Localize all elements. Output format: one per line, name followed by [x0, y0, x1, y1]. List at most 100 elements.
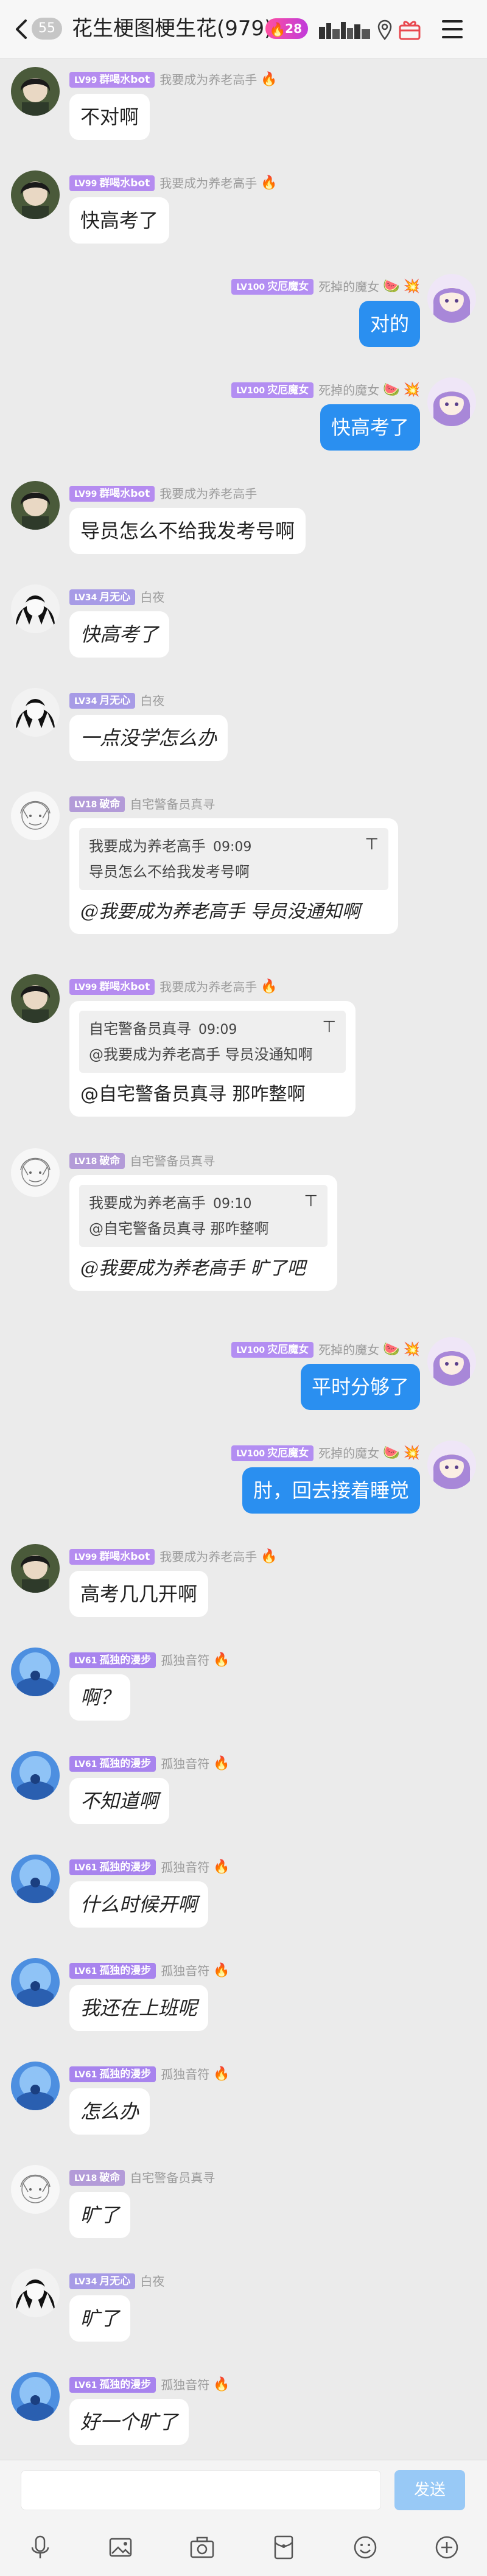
avatar-sketch[interactable]: [11, 1148, 60, 1197]
message-bubble[interactable]: 旷了: [69, 2192, 131, 2238]
sender-nickname[interactable]: 我要成为养老高手: [159, 1549, 257, 1564]
flame-icon: 🔥: [261, 978, 278, 994]
group-hot-badge[interactable]: 🔥 28: [265, 18, 308, 39]
sender-nickname[interactable]: 我要成为养老高手: [159, 176, 257, 191]
sender-meta: LV61 孤独的漫步 孤独音符 🔥: [69, 2374, 230, 2393]
sender-nickname[interactable]: 我要成为养老高手: [159, 980, 257, 994]
red-packet-icon[interactable]: [270, 2534, 297, 2561]
sender-nickname[interactable]: 孤独音符: [161, 1757, 209, 1771]
reply-message-bubble[interactable]: 自宅警备员真寻 09:09 @我要成为养老高手 导员没通知啊 ⊤ @自宅警备员真寻 那咋…: [69, 1001, 356, 1117]
message-bubble[interactable]: 快高考了: [69, 611, 170, 658]
watermelon-icon: 🍉: [383, 382, 400, 398]
image-icon[interactable]: [107, 2534, 134, 2561]
message-bubble[interactable]: 平时分够了: [300, 1364, 420, 1410]
send-button[interactable]: 发送: [394, 2470, 465, 2510]
sender-nickname[interactable]: 自宅警备员真寻: [130, 797, 215, 812]
member-badge: LV100 灾厄魔女: [231, 1341, 314, 1358]
sender-nickname[interactable]: 自宅警备员真寻: [130, 1154, 215, 1168]
avatar-purple-hair[interactable]: [427, 274, 476, 323]
member-badge: LV18 破命: [69, 796, 125, 812]
sender-meta: LV34 月无心 白夜: [69, 587, 164, 605]
message-bubble[interactable]: 对的: [359, 301, 420, 347]
message-bubble[interactable]: 快高考了: [320, 404, 420, 451]
message-bubble[interactable]: 不知道啊: [69, 1778, 170, 1824]
member-badge: LV34 月无心: [69, 692, 136, 709]
quote-collapse-icon[interactable]: ⊤: [322, 1018, 336, 1036]
quoted-message[interactable]: 自宅警备员真寻 09:09 @我要成为养老高手 导员没通知啊 ⊤: [79, 1011, 346, 1073]
avatar-blue-sky[interactable]: [11, 2062, 60, 2110]
message-bubble[interactable]: 高考几几开啊: [69, 1571, 209, 1617]
sender-nickname[interactable]: 死掉的魔女: [318, 279, 379, 294]
member-title: 孤独的漫步: [99, 1964, 152, 1977]
quoted-message[interactable]: 我要成为养老高手 09:10 @自宅警备员真寻 那咋整啊 ⊤: [79, 1185, 328, 1247]
message-bubble[interactable]: 导员怎么不给我发考号啊: [69, 508, 306, 554]
mic-icon[interactable]: [27, 2534, 54, 2561]
avatar-mono[interactable]: [11, 584, 60, 633]
plus-icon[interactable]: [433, 2534, 460, 2561]
skyline-icon[interactable]: [319, 21, 370, 39]
sender-nickname[interactable]: 孤独音符: [161, 2378, 209, 2392]
message-bubble[interactable]: 快高考了: [69, 197, 170, 244]
sender-nickname[interactable]: 死掉的魔女: [318, 1446, 379, 1461]
back-icon[interactable]: [13, 18, 29, 40]
avatar-blue-sky[interactable]: [11, 1751, 60, 1800]
avatar-purple-hair[interactable]: [427, 1441, 476, 1489]
quote-collapse-icon[interactable]: ⊤: [304, 1192, 318, 1210]
avatar-blue-sky[interactable]: [11, 1648, 60, 1696]
message-bubble[interactable]: 好一个旷了: [69, 2399, 189, 2445]
sender-nickname[interactable]: 我要成为养老高手: [159, 486, 257, 501]
quote-collapse-icon[interactable]: ⊤: [365, 835, 379, 854]
camera-icon[interactable]: [189, 2534, 215, 2561]
sender-nickname[interactable]: 孤独音符: [161, 2067, 209, 2082]
sender-nickname[interactable]: 白夜: [140, 590, 164, 605]
quoted-message[interactable]: 我要成为养老高手 09:09 导员怎么不给我发考号啊 ⊤: [79, 828, 388, 890]
member-title: 群喝水bot: [99, 177, 150, 189]
sender-meta: LV61 孤独的漫步 孤独音符 🔥: [69, 1857, 230, 1875]
sender-nickname[interactable]: 白夜: [140, 2274, 164, 2289]
sender-nickname[interactable]: 孤独音符: [161, 1860, 209, 1875]
message-bubble[interactable]: 怎么办: [69, 2088, 150, 2135]
flame-icon: 🔥: [261, 1548, 278, 1564]
avatar-blue-sky[interactable]: [11, 2372, 60, 2421]
flame-icon: 🔥: [213, 1755, 230, 1771]
member-title: 灾厄魔女: [267, 384, 309, 396]
sender-nickname[interactable]: 白夜: [140, 693, 164, 708]
avatar-dark-hair[interactable]: [11, 170, 60, 219]
avatar-mono[interactable]: [11, 2269, 60, 2317]
message-input[interactable]: [21, 2470, 381, 2510]
avatar-dark-hair[interactable]: [11, 1544, 60, 1593]
gift-box-icon[interactable]: [398, 18, 421, 40]
message-bubble[interactable]: 啊？: [69, 1674, 131, 1721]
flame-icon: 🔥: [213, 1962, 230, 1978]
avatar-blue-sky[interactable]: [11, 1855, 60, 1903]
sender-nickname[interactable]: 死掉的魔女: [318, 383, 379, 398]
sender-nickname[interactable]: 孤独音符: [161, 1964, 209, 1978]
avatar-sketch[interactable]: [11, 2165, 60, 2214]
avatar-blue-sky[interactable]: [11, 1958, 60, 2007]
message-bubble[interactable]: 一点没学怎么办: [69, 715, 228, 761]
location-pin-icon[interactable]: [377, 19, 392, 40]
avatar-dark-hair[interactable]: [11, 974, 60, 1023]
avatar-mono[interactable]: [11, 688, 60, 737]
unread-count-badge[interactable]: 55: [32, 18, 62, 40]
avatar-dark-hair[interactable]: [11, 481, 60, 530]
emoji-icon[interactable]: [352, 2534, 379, 2561]
avatar-purple-hair[interactable]: [427, 1337, 476, 1386]
avatar-dark-hair[interactable]: [11, 67, 60, 116]
sender-nickname[interactable]: 孤独音符: [161, 1653, 209, 1668]
sender-nickname[interactable]: 我要成为养老高手: [159, 72, 257, 87]
message-bubble[interactable]: 我还在上班呢: [69, 1985, 209, 2031]
reply-message-bubble[interactable]: 我要成为养老高手 09:10 @自宅警备员真寻 那咋整啊 ⊤ @我要成为养老高手 旷了吧: [69, 1175, 337, 1291]
message-bubble[interactable]: 不对啊: [69, 94, 150, 140]
message-bubble[interactable]: 什么时候开啊: [69, 1881, 209, 1928]
menu-icon[interactable]: [442, 20, 463, 38]
avatar-purple-hair[interactable]: [427, 377, 476, 426]
message-text: @我要成为养老高手 导员没通知啊: [80, 901, 360, 922]
message-bubble[interactable]: 旷了: [69, 2295, 131, 2342]
avatar-sketch[interactable]: [11, 791, 60, 840]
sender-nickname[interactable]: 死掉的魔女: [318, 1342, 379, 1357]
message-bubble[interactable]: 肘，回去接着睡觉: [242, 1467, 420, 1514]
sender-nickname[interactable]: 自宅警备员真寻: [130, 2171, 215, 2185]
reply-message-bubble[interactable]: 我要成为养老高手 09:09 导员怎么不给我发考号啊 ⊤ @我要成为养老高手 导员没通知…: [69, 818, 398, 934]
quoted-sender: 我要成为养老高手: [89, 1195, 206, 1212]
